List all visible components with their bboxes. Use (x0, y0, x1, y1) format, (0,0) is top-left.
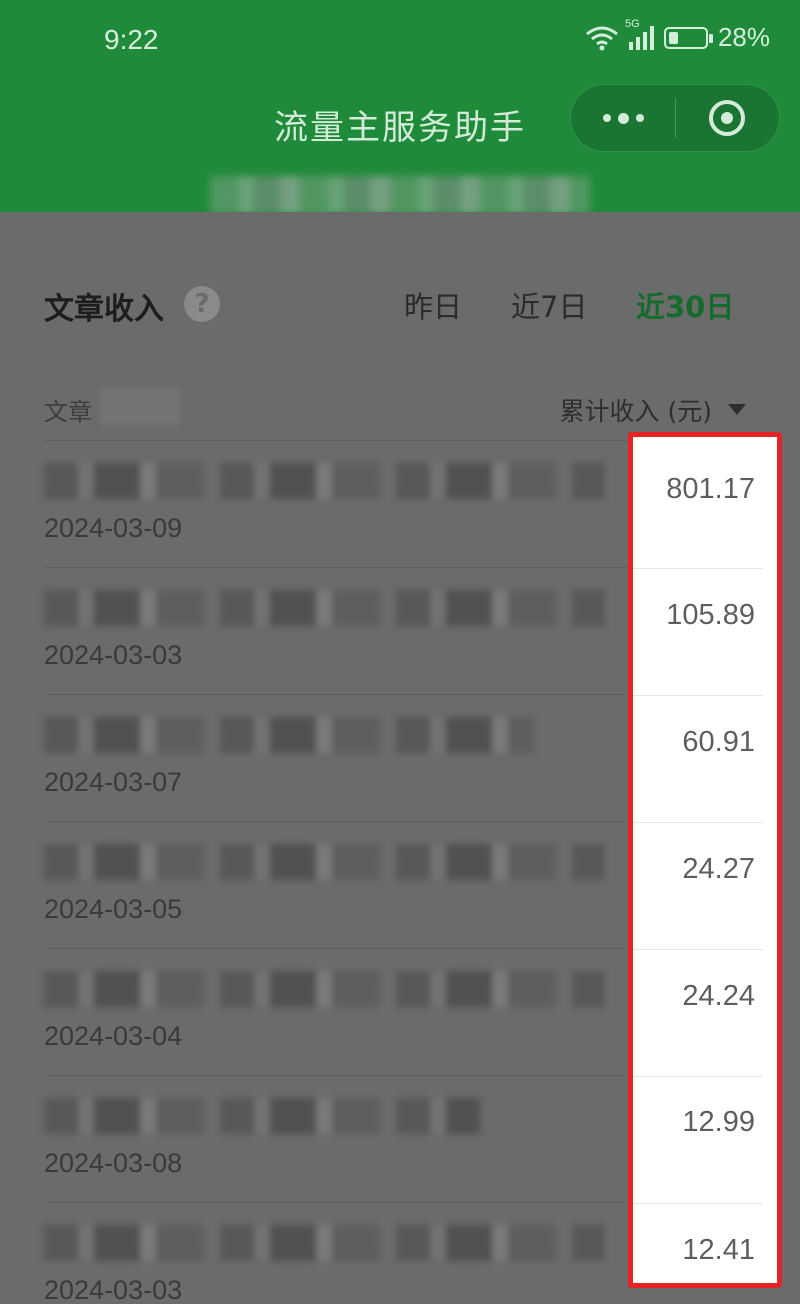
section-title: 文章收入 (44, 292, 164, 327)
network-type: 5G (624, 17, 640, 30)
blurred-article-title (44, 463, 610, 499)
income-highlight-box: 801.17 105.89 60.91 24.27 24.24 12.99 12… (628, 432, 782, 1288)
status-bar: 9:22 5G 28% (0, 0, 800, 80)
more-options-icon[interactable] (571, 84, 675, 152)
article-date: 2024-03-09 (44, 513, 183, 543)
row-divider (633, 1076, 763, 1077)
blurred-subtitle (210, 176, 590, 214)
income-amount: 105.89 (666, 599, 755, 631)
battery-icon (663, 26, 713, 49)
row-divider (633, 949, 763, 950)
tab-yesterday[interactable]: 昨日 (404, 284, 462, 326)
income-amount: 801.17 (666, 473, 755, 505)
blurred-header-text (100, 388, 180, 424)
income-amount: 24.24 (682, 980, 755, 1012)
article-date: 2024-03-08 (44, 1148, 183, 1178)
battery-fill (668, 31, 679, 44)
income-amount: 12.41 (682, 1234, 755, 1266)
article-date: 2024-03-07 (44, 767, 183, 797)
blurred-article-title (44, 1225, 610, 1261)
article-date: 2024-03-04 (44, 1021, 183, 1051)
blurred-article-title (44, 717, 534, 753)
row-divider (633, 568, 763, 569)
help-icon[interactable]: ? (184, 286, 220, 322)
row-divider (633, 695, 763, 696)
tab-30-days[interactable]: 近30日 (636, 284, 734, 326)
blurred-article-title (44, 590, 610, 626)
wifi-icon (585, 25, 619, 51)
income-amount: 24.27 (682, 853, 755, 885)
row-divider (633, 822, 763, 823)
status-time: 9:22 (104, 24, 159, 55)
column-header-article: 文章 (44, 398, 92, 426)
app-header: 9:22 5G 28% 流量主服务助手 (0, 0, 800, 214)
blurred-article-title (44, 971, 610, 1007)
cellular-signal-icon: 5G (625, 18, 654, 50)
close-target-icon[interactable] (676, 84, 779, 152)
column-header-income[interactable]: 累计收入 (元) (560, 392, 712, 428)
article-date: 2024-03-03 (44, 640, 183, 670)
battery-percent: 28% (717, 22, 770, 52)
blurred-article-title (44, 844, 610, 880)
sort-down-icon[interactable] (728, 404, 746, 415)
status-icons: 5G 28% (585, 18, 770, 53)
mini-program-capsule (570, 84, 780, 152)
blurred-article-title (44, 1098, 480, 1134)
income-amount: 12.99 (682, 1106, 755, 1138)
income-amount: 60.91 (682, 726, 755, 758)
article-date: 2024-03-03 (44, 1275, 183, 1304)
tab-7-days[interactable]: 近7日 (511, 284, 587, 326)
row-divider (633, 1203, 763, 1204)
article-date: 2024-03-05 (44, 894, 183, 924)
